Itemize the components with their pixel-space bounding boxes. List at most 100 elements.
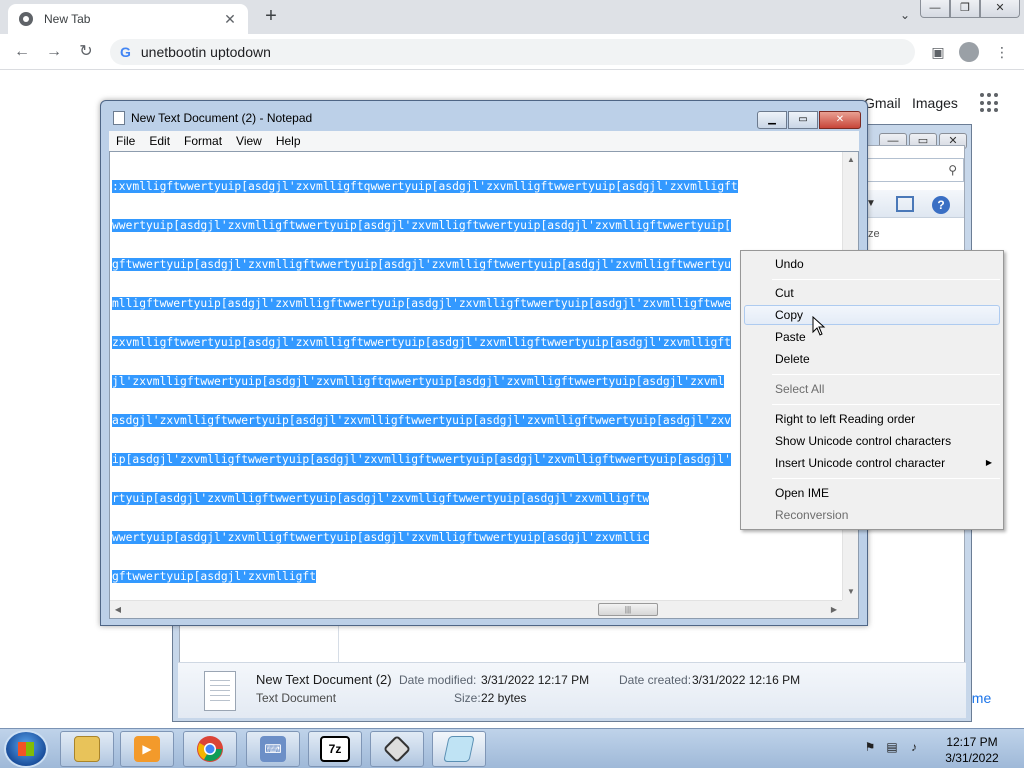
taskbar-media-player[interactable]: ▶ [120, 731, 174, 767]
volume-icon[interactable]: ♪ [906, 739, 922, 755]
forward-arrow-icon[interactable]: → [44, 42, 64, 62]
horizontal-scroll-thumb[interactable]: ||| [598, 603, 658, 616]
explorer-search-box[interactable]: ⚲ [860, 158, 964, 182]
text-line: zxvmlligftwwertyuip[asdgjl'zxvmlligftwwe… [112, 336, 731, 349]
date-created-label: Date created: [619, 673, 692, 687]
notepad-title-bar[interactable]: New Text Document (2) - Notepad ▁ ▭ ✕ [101, 101, 867, 131]
network-computer-icon: ⌨ [260, 736, 286, 762]
menu-view[interactable]: View [229, 134, 269, 148]
taskbar-file-explorer[interactable] [60, 731, 114, 767]
menu-separator [772, 404, 1000, 405]
menu-separator [772, 478, 1000, 479]
context-menu: Undo Cut Copy Paste Delete Select All Ri… [740, 250, 1004, 530]
tool-icon [382, 734, 412, 764]
notepad-close-button[interactable]: ✕ [819, 111, 861, 129]
images-link[interactable]: Images [912, 95, 958, 111]
media-player-icon: ▶ [134, 736, 160, 762]
google-icon: G [120, 44, 131, 60]
size-value: 22 bytes [481, 691, 527, 705]
start-button[interactable] [4, 730, 48, 768]
taskbar-chrome[interactable] [183, 731, 237, 767]
menu-item-reconversion: Reconversion [775, 508, 849, 522]
text-line: jl'zxvmlligftwwertyuip[asdgjl'zxvmlligft… [112, 375, 725, 388]
network-icon[interactable]: ▤ [884, 739, 900, 755]
scroll-right-icon[interactable]: ▶ [826, 601, 842, 619]
scroll-left-icon[interactable]: ◀ [110, 601, 126, 619]
taskbar-notepad[interactable] [432, 731, 486, 767]
clock-date: 3/31/2022 [945, 751, 999, 765]
notepad-menu-bar: File Edit Format View Help [109, 131, 859, 151]
notepad-minimize-button[interactable]: ▁ [757, 111, 787, 129]
google-apps-icon[interactable] [980, 93, 1000, 113]
system-tray: ⚑ ▤ ♪ [862, 739, 922, 755]
menu-item-cut[interactable]: Cut [744, 283, 1000, 303]
side-panel-icon[interactable]: ▣ [928, 42, 948, 62]
preview-pane-icon[interactable] [896, 196, 914, 212]
text-line: wwertyuip[asdgjl'zxvmlligftwwertyuip[asd… [112, 531, 650, 544]
details-file-name: New Text Document (2) [256, 672, 392, 687]
size-label: Size: [454, 691, 481, 705]
notepad-maximize-button[interactable]: ▭ [788, 111, 818, 129]
taskbar: ▶ ⌨ 7z ⚑ ▤ ♪ 12:17 PM 3/31/2022 [0, 728, 1024, 768]
browser-tab-strip: New Tab ✕ + ⌄ — ❐ ✕ [0, 0, 1024, 34]
text-line: wwertyuip[asdgjl'zxvmlligftwwertyuip[asd… [112, 219, 731, 232]
text-line: asdgjl'zxvmlligftwwertyuip[asdgjl'zxvmll… [112, 414, 731, 427]
reload-icon[interactable]: ↻ [76, 42, 96, 62]
horizontal-scrollbar[interactable]: ◀ ||| ▶ [110, 600, 842, 618]
notepad-window-controls: ▁ ▭ ✕ [756, 111, 861, 129]
folder-icon [74, 736, 100, 762]
tab-close-icon[interactable]: ✕ [222, 11, 238, 28]
scroll-up-icon[interactable]: ▲ [843, 152, 859, 168]
mouse-cursor-icon [812, 316, 826, 336]
size-column-header[interactable]: ze [868, 228, 880, 240]
browser-window-controls: — ❐ ✕ [920, 0, 1020, 18]
menu-item-rtl-reading-order[interactable]: Right to left Reading order [744, 409, 1000, 429]
browser-tab[interactable]: New Tab ✕ [8, 4, 248, 34]
menu-item-copy[interactable]: Copy [744, 305, 1000, 325]
taskbar-network-app[interactable]: ⌨ [246, 731, 300, 767]
address-bar[interactable]: G unetbootin uptodown [110, 39, 915, 65]
taskbar-tool-app[interactable] [370, 731, 424, 767]
scroll-down-icon[interactable]: ▼ [843, 584, 859, 600]
menu-separator [772, 279, 1000, 280]
taskbar-7zip[interactable]: 7z [308, 731, 362, 767]
menu-file[interactable]: File [109, 134, 142, 148]
notepad-text[interactable]: :xvmlligftwwertyuip[asdgjl'zxvmlligftqww… [112, 154, 842, 600]
close-button[interactable]: ✕ [980, 0, 1020, 18]
menu-help[interactable]: Help [269, 134, 308, 148]
taskbar-clock[interactable]: 12:17 PM 3/31/2022 [930, 734, 1014, 766]
date-created-value: 3/31/2022 12:16 PM [692, 673, 801, 687]
new-tab-button[interactable]: + [260, 6, 282, 28]
menu-kebab-icon[interactable]: ⋮ [992, 42, 1012, 62]
profile-avatar-icon[interactable] [959, 42, 979, 62]
menu-edit[interactable]: Edit [142, 134, 177, 148]
details-file-type: Text Document [256, 691, 337, 705]
text-line: mlligftwwertyuip[asdgjl'zxvmlligftwwerty… [112, 297, 731, 310]
notepad-app-icon [113, 111, 125, 125]
menu-format[interactable]: Format [177, 134, 229, 148]
tab-search-icon[interactable]: ⌄ [896, 8, 914, 26]
menu-item-show-unicode[interactable]: Show Unicode control characters [744, 431, 1000, 451]
menu-item-insert-unicode[interactable]: Insert Unicode control character [744, 453, 1000, 473]
text-line: ip[asdgjl'zxvmlligftwwertyuip[asdgjl'zxv… [112, 453, 731, 466]
gmail-link[interactable]: Gmail [864, 95, 901, 111]
submenu-arrow-icon: ▶ [985, 458, 992, 467]
menu-item-undo[interactable]: Undo [744, 254, 1000, 274]
date-modified-value: 3/31/2022 12:17 PM [481, 673, 590, 687]
help-icon[interactable]: ? [932, 196, 950, 214]
chrome-favicon-icon [19, 12, 33, 26]
back-arrow-icon[interactable]: ← [12, 42, 32, 62]
menu-item-insert-unicode-row[interactable]: Insert Unicode control character ▶ [744, 453, 1000, 473]
restore-button[interactable]: ❐ [950, 0, 980, 18]
address-bar-text: unetbootin uptodown [140, 44, 271, 60]
menu-item-paste[interactable]: Paste [744, 327, 1000, 347]
7zip-icon: 7z [320, 736, 350, 762]
action-center-flag-icon[interactable]: ⚑ [862, 739, 878, 755]
tab-title: New Tab [44, 12, 91, 26]
minimize-button[interactable]: — [920, 0, 950, 18]
menu-item-delete[interactable]: Delete [744, 349, 1000, 369]
text-line: gftwwertyuip[asdgjl'zxvmlligftwwertyuip[… [112, 258, 731, 271]
explorer-pane-divider[interactable] [338, 625, 339, 663]
menu-item-open-ime[interactable]: Open IME [744, 483, 1000, 503]
notepad-title: New Text Document (2) - Notepad [131, 111, 313, 125]
